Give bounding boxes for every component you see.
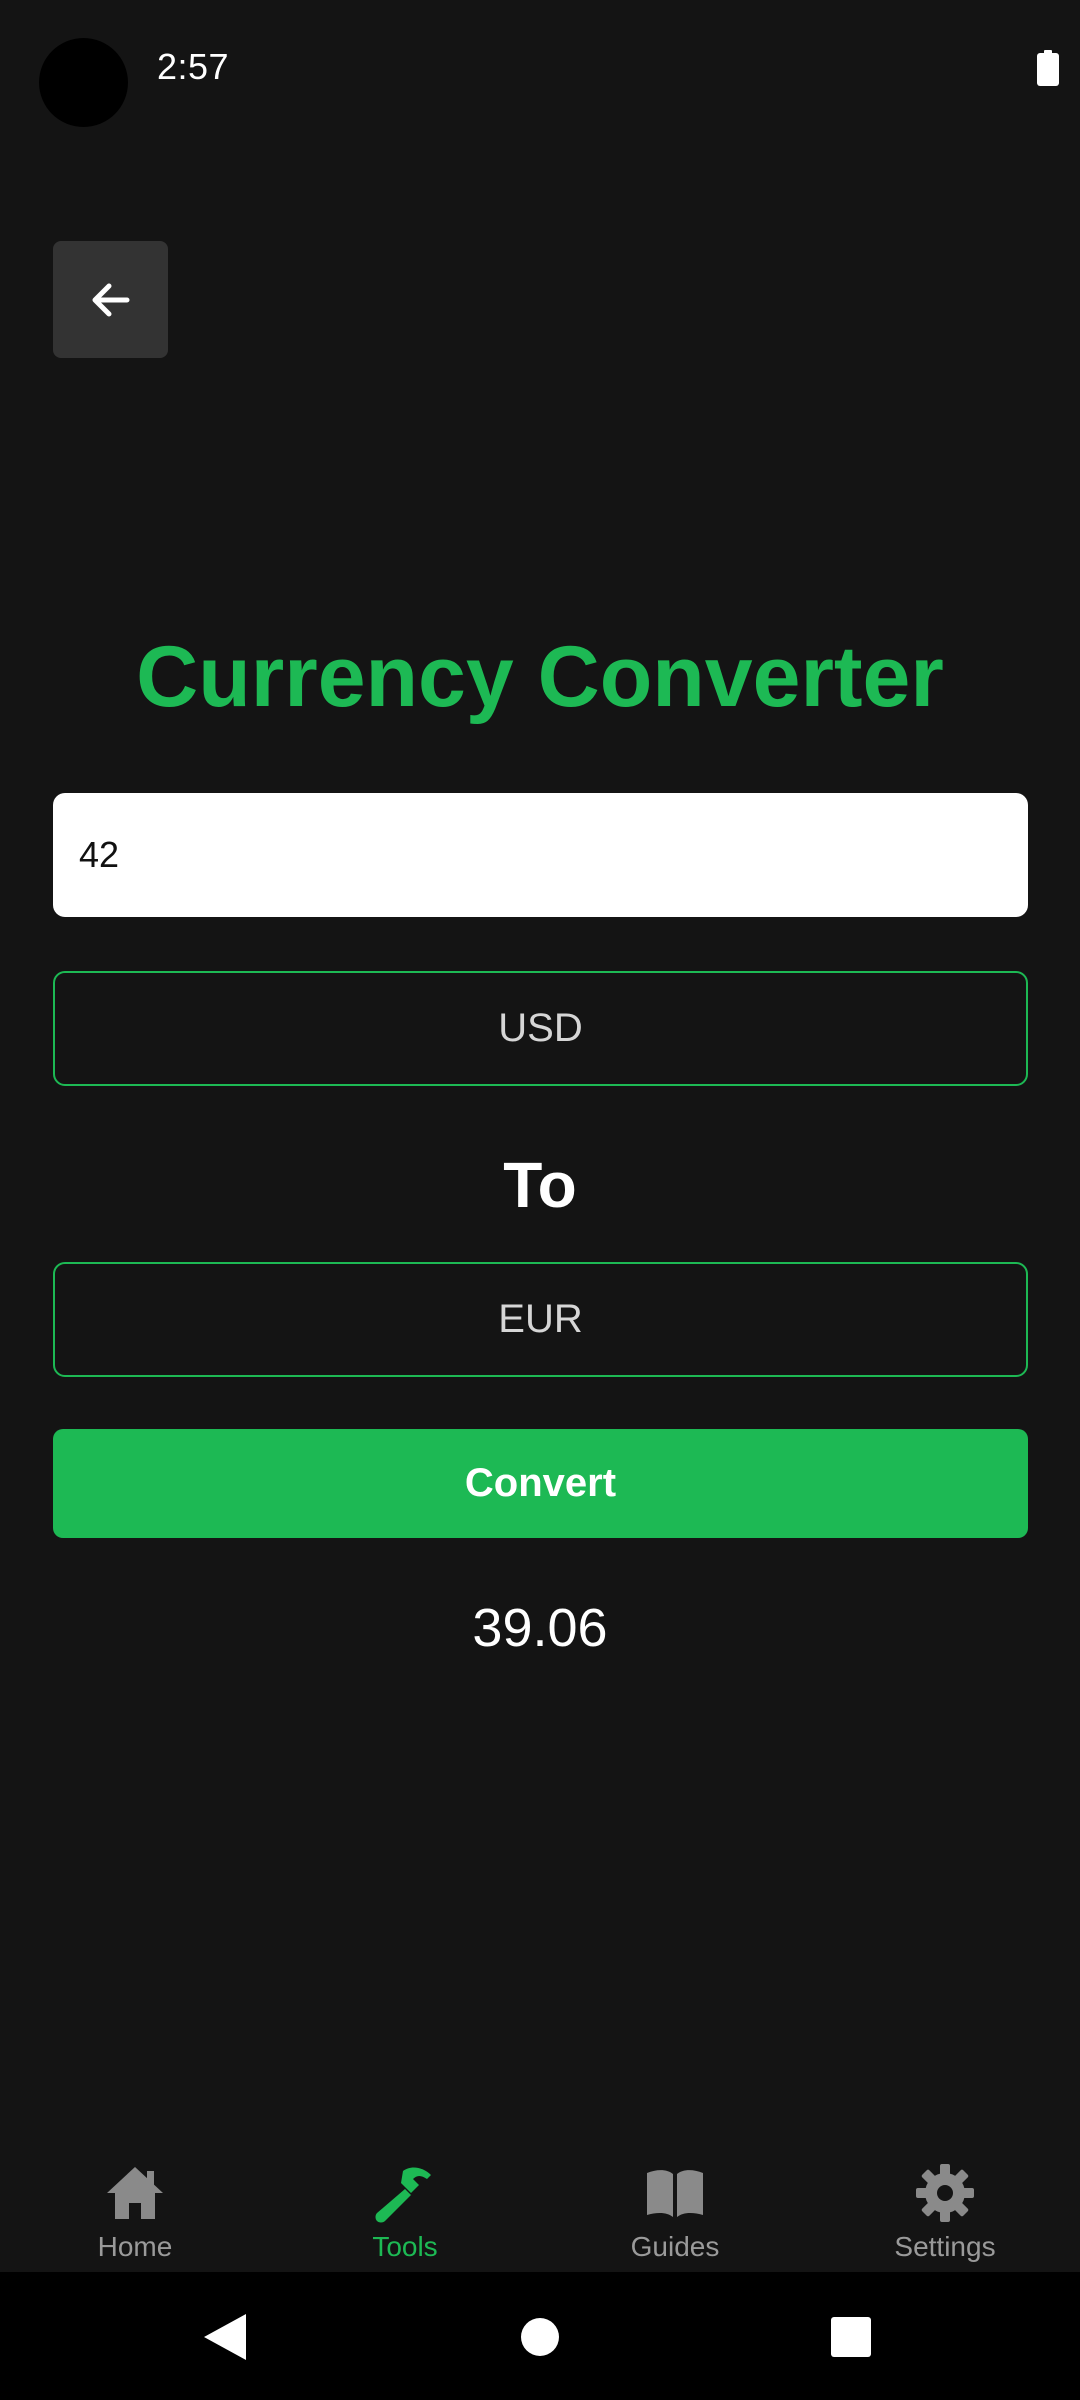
home-icon: [107, 2167, 163, 2219]
nav-item-tools[interactable]: Tools: [270, 2140, 540, 2270]
book-icon: [647, 2170, 703, 2217]
status-time: 2:57: [157, 46, 230, 87]
nav-item-guides[interactable]: Guides: [540, 2140, 810, 2270]
gear-icon: [916, 2164, 974, 2222]
hammer-icon: [375, 2167, 431, 2223]
nav-label-tools: Tools: [372, 2231, 438, 2262]
nav-label-settings: Settings: [894, 2231, 996, 2262]
to-label: To: [503, 1149, 577, 1221]
camera-cutout: [39, 38, 128, 127]
back-button[interactable]: [53, 241, 168, 358]
status-bar: 2:57: [0, 0, 1080, 130]
triangle-back-icon[interactable]: [204, 2314, 246, 2360]
battery-full-icon: [1037, 50, 1059, 86]
bottom-nav: Home Tools Guides Settings: [0, 2140, 1080, 2270]
arrow-left-icon: [92, 283, 129, 316]
to-currency-value: EUR: [498, 1297, 583, 1341]
nav-item-settings[interactable]: Settings: [810, 2140, 1080, 2270]
convert-button[interactable]: Convert: [53, 1429, 1028, 1538]
system-nav-bar: [0, 2272, 1080, 2400]
nav-label-home: Home: [97, 2231, 173, 2262]
square-recents-icon[interactable]: [831, 2317, 871, 2357]
currency-converter-screen: 2:57 Currency Converter USD To EUR Conve…: [0, 0, 1080, 2400]
nav-item-home[interactable]: Home: [0, 2140, 270, 2270]
from-currency-value: USD: [498, 1006, 583, 1050]
page-title: Currency Converter: [136, 629, 944, 725]
to-currency-select[interactable]: EUR: [53, 1262, 1028, 1377]
amount-input[interactable]: [53, 793, 1028, 917]
nav-label-guides: Guides: [630, 2231, 720, 2262]
conversion-result: 39.06: [472, 1598, 608, 1658]
from-currency-select[interactable]: USD: [53, 971, 1028, 1086]
circle-home-icon[interactable]: [521, 2318, 559, 2356]
